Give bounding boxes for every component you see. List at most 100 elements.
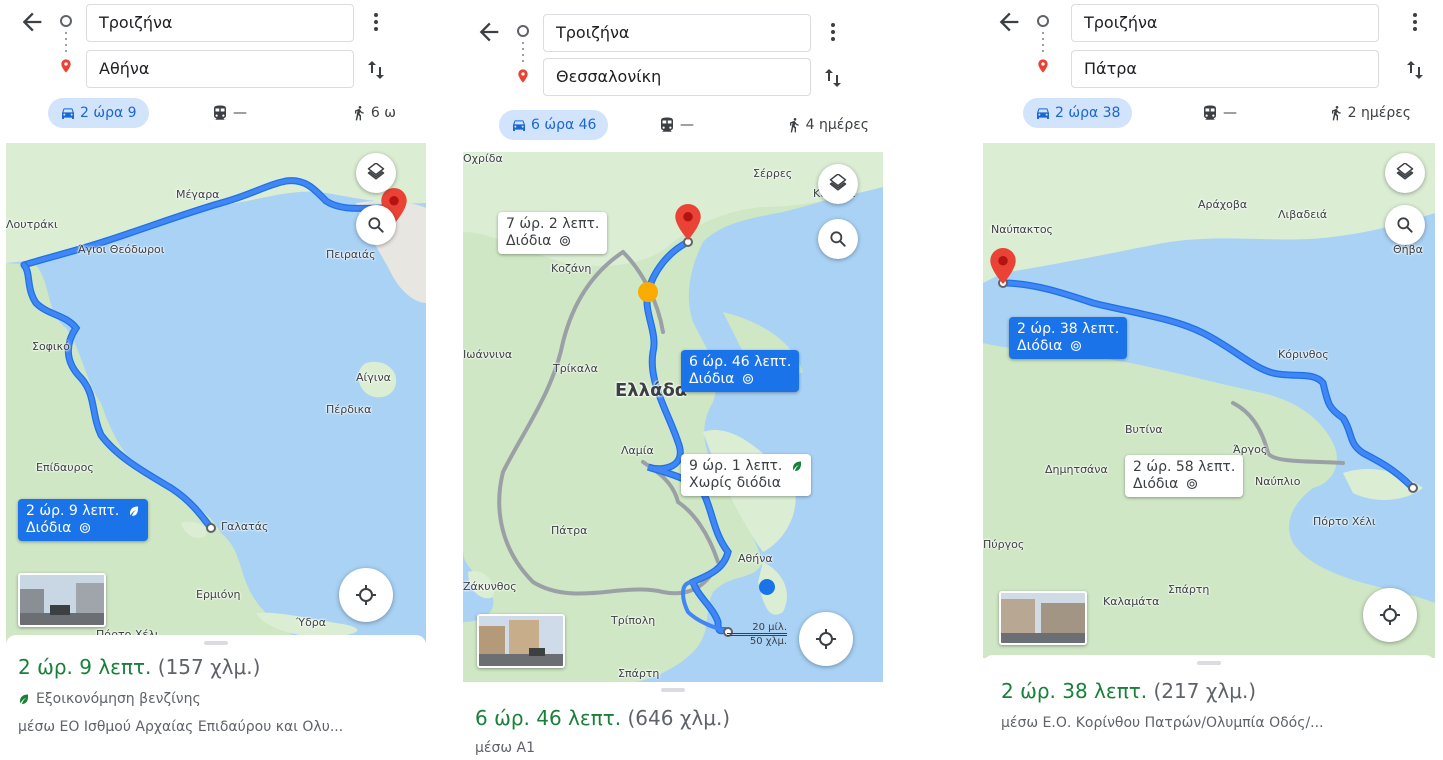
layers-button[interactable] [356,153,396,193]
layers-icon [829,174,847,191]
mode-driving-button[interactable]: 2 ώρα 38 [1023,98,1133,128]
mode-walking-label: 2 ημέρες [1347,105,1411,121]
callout-duration-text: 9 ώρ. 1 λεπτ. [689,458,783,474]
route-summary-sheet[interactable]: 2 ώρ. 9 λεπτ. (157 χλμ.) Εξοικονόμηση βε… [6,635,426,760]
search-along-route-button[interactable] [1385,205,1425,245]
destination-pin-icon [61,59,71,73]
callout-toll: Διόδια [689,371,791,388]
walking-icon [354,106,364,121]
my-location-button[interactable] [339,568,393,622]
map-label: Σπάρτη [618,667,660,680]
origin-field[interactable]: Τροιζήνα [86,4,354,42]
map-view[interactable]: Λουτράκι Μέγαρα Άγιοι Θεόδωροι Πειραιάς … [6,143,426,643]
callout-duration: 2 ώρ. 38 λεπτ. [1017,321,1120,337]
eco-note-text: Εξοικονόμηση βενζίνης [36,691,201,707]
map-label: Αίγινα [356,371,391,384]
map-view[interactable]: Οχρίδα Σέρρες Καβάλα Κοζάνη Ιωάννινα Τρί… [463,152,883,682]
route-summary-sheet[interactable]: 2 ώρ. 38 λεπτ. (217 χλμ.) μέσω Ε.Ο. Κορί… [983,655,1435,760]
map-label: Γαλατάς [221,520,269,533]
more-options-icon[interactable] [1403,8,1427,36]
route-callout-alternative[interactable]: 2 ώρ. 58 λεπτ. Διόδια [1125,455,1244,497]
route-header: Τροιζήνα Θεσσαλονίκη 6 ώρα 46 — 4 ημέρες [463,0,883,140]
mode-walking-button[interactable]: 2 ημέρες [1328,98,1411,128]
map-label: Ζάκυνθος [463,580,517,593]
layers-button[interactable] [818,164,858,204]
route-duration: 2 ώρ. 38 λεπτ. [1001,679,1148,703]
layers-button[interactable] [1385,153,1425,193]
map-view[interactable]: Αράχοβα Λιβαδειά Ναύπακτος Θήβα Κόρινθος… [983,143,1435,658]
more-options-icon[interactable] [364,8,388,36]
mode-transit-button[interactable]: — [211,98,247,128]
swap-icon[interactable] [1403,58,1427,82]
mode-transit-button[interactable]: — [1201,98,1237,128]
destination-field[interactable]: Θεσσαλονίκη [543,58,811,96]
route-summary: 2 ώρ. 9 λεπτ. (157 χλμ.) [18,655,260,679]
mode-transit-label: — [1223,105,1237,121]
map-label: Άγιοι Θεόδωροι [78,243,165,256]
route-distance: (646 χλμ.) [627,706,731,730]
map-label: Ναύπλιο [1255,475,1301,488]
route-callout-selected[interactable]: 2 ώρ. 9 λεπτ. Διόδια [18,499,148,541]
callout-duration: 2 ώρ. 9 λεπτ. [26,503,140,520]
more-options-icon[interactable] [821,18,845,46]
route-duration: 2 ώρ. 9 λεπτ. [18,655,152,679]
search-along-route-button[interactable] [356,205,396,245]
my-location-button[interactable] [1363,588,1417,642]
route-callout-selected[interactable]: 2 ώρ. 38 λεπτ. Διόδια [1009,317,1128,359]
callout-duration-text: 2 ώρ. 9 λεπτ. [26,503,120,519]
car-icon [62,108,74,119]
destination-pin-icon [518,69,528,83]
origin-field[interactable]: Τροιζήνα [1071,4,1379,42]
street-view-image [479,616,563,666]
car-icon [513,120,525,131]
car-icon [1037,108,1049,119]
route-panel-thessaloniki: Τροιζήνα Θεσσαλονίκη 6 ώρα 46 — 4 ημέρες [463,0,883,760]
street-view-thumbnail[interactable] [18,573,106,627]
eco-note: Εξοικονόμηση βενζίνης [18,691,201,707]
route-header: Τροιζήνα Πάτρα 2 ώρα 38 — 2 ημέρες [983,0,1423,140]
street-view-thumbnail[interactable] [999,591,1087,645]
street-view-image [20,575,104,625]
search-icon [830,231,846,247]
transit-icon [661,117,673,132]
search-icon [368,217,384,233]
map-label: Κοζάνη [551,262,592,275]
route-distance: (157 χλμ.) [157,655,261,679]
sheet-handle[interactable] [204,641,228,645]
route-duration: 6 ώρ. 46 λεπτ. [475,706,622,730]
back-arrow-icon[interactable] [18,8,46,36]
mode-driving-button[interactable]: 2 ώρα 9 [48,98,149,128]
map-label: Λαμία [621,444,654,457]
mode-walking-button[interactable]: 4 ημέρες [786,110,869,140]
origin-field[interactable]: Τροιζήνα [543,14,811,52]
mode-transit-label: — [233,105,247,121]
map-label: Κόρινθος [1278,348,1329,361]
destination-marker-icon[interactable] [675,204,701,240]
route-callout-alternative[interactable]: 9 ώρ. 1 λεπτ. Χωρίς διόδια [681,454,811,496]
street-view-thumbnail[interactable] [477,614,565,668]
mode-driving-label: 6 ώρα 46 [531,117,597,133]
swap-icon[interactable] [364,58,388,82]
search-icon [1397,217,1413,233]
route-summary-sheet[interactable]: 6 ώρ. 46 λεπτ. (646 χλμ.) μέσω Α1 [463,682,883,760]
mode-walking-button[interactable]: 6 ω [351,98,396,128]
sheet-handle[interactable] [661,688,685,692]
destination-marker-icon[interactable] [990,248,1016,284]
route-callout-alternative[interactable]: 7 ώρ. 2 λεπτ. Διόδια [498,212,608,254]
swap-icon[interactable] [821,66,845,90]
travel-modes: 2 ώρα 38 — 2 ημέρες [983,98,1423,132]
route-via: μέσω Α1 [475,740,536,756]
mode-driving-button[interactable]: 6 ώρα 46 [499,110,609,140]
destination-field[interactable]: Αθήνα [86,50,354,88]
eco-leaf-icon [20,694,29,704]
route-callout-selected[interactable]: 6 ώρ. 46 λεπτ. Διόδια [681,350,800,392]
toll-icon [1186,478,1197,490]
toll-icon [1070,340,1081,352]
search-along-route-button[interactable] [818,219,858,259]
back-arrow-icon[interactable] [995,8,1023,36]
mode-transit-button[interactable]: — [658,110,694,140]
back-arrow-icon[interactable] [475,18,503,46]
sheet-handle[interactable] [1197,661,1221,665]
my-location-button[interactable] [799,612,853,666]
destination-field[interactable]: Πάτρα [1071,50,1379,88]
